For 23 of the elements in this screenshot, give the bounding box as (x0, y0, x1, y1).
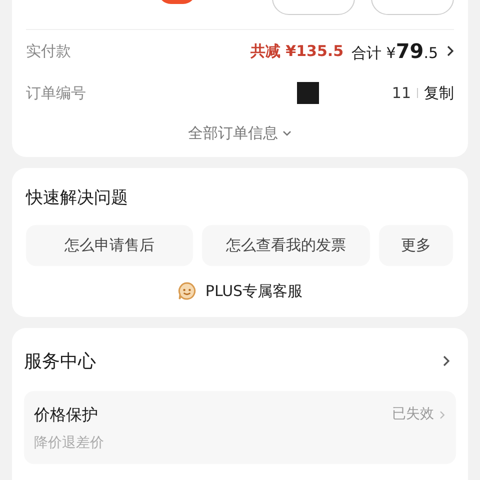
service-status: 已失效 (392, 405, 434, 424)
field-label: 订单编号 (26, 82, 86, 104)
smiley-chat-icon (177, 281, 198, 302)
section-title: 快速解决问题 (26, 186, 129, 210)
chevron-right-icon (442, 355, 450, 367)
total-amount: 合计 ¥79.5 (352, 38, 438, 65)
redaction-block (297, 82, 319, 104)
order-number: 11 (392, 82, 411, 104)
help-topic-chip[interactable]: 怎么查看我的发票 (202, 225, 370, 266)
copy-button[interactable]: 复制 (424, 82, 454, 104)
order-info-toggle[interactable]: 全部订单信息 (188, 122, 292, 144)
help-topic-chip[interactable]: 更多 (379, 225, 453, 266)
service-title: 价格保护 (34, 404, 98, 426)
service-subtitle: 降价退差价 (34, 434, 105, 452)
help-topic-chip[interactable]: 怎么申请售后 (26, 225, 193, 266)
section-title: 服务中心 (24, 350, 96, 374)
discount-amount: 共减 ¥135.5 (250, 40, 344, 62)
chevron-right-icon (439, 410, 445, 419)
chevron-right-icon (446, 45, 454, 57)
chevron-down-icon (282, 130, 292, 137)
service-link[interactable]: PLUS专属客服 (177, 280, 303, 302)
service-item[interactable]: 价格保护 已失效 降价退差价 (24, 390, 456, 464)
field-label: 实付款 (26, 40, 71, 62)
